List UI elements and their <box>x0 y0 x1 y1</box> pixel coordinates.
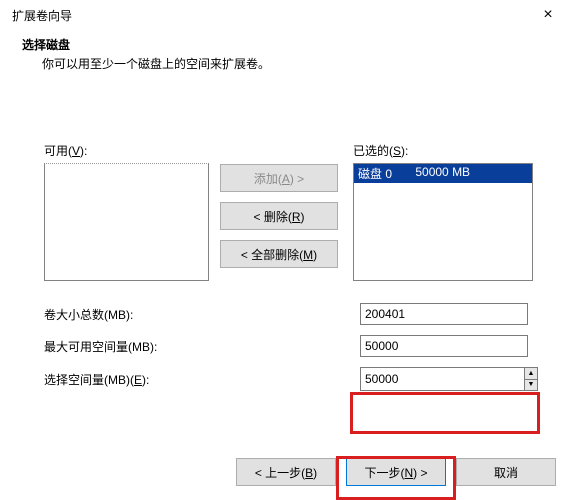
spinner-down-icon[interactable]: ▼ <box>525 379 537 391</box>
wizard-body: 可用(V): 添加(A) > < 删除(R) < 全部删除(M) 已选的(S):… <box>0 82 578 391</box>
select-space-input[interactable] <box>360 367 524 391</box>
cancel-button[interactable]: 取消 <box>456 458 556 486</box>
window-title: 扩展卷向导 <box>12 7 72 24</box>
page-subheading: 你可以用至少一个磁盘上的空间来扩展卷。 <box>20 55 558 72</box>
selected-label: 已选的(S): <box>353 142 533 159</box>
total-size-label: 卷大小总数(MB): <box>44 306 360 323</box>
remove-button[interactable]: < 删除(R) <box>220 202 338 230</box>
wizard-header: 选择磁盘 你可以用至少一个磁盘上的空间来扩展卷。 <box>0 30 578 82</box>
wizard-footer: < 上一步(B) 下一步(N) > 取消 <box>236 458 556 486</box>
total-size-field <box>360 303 528 325</box>
page-heading: 选择磁盘 <box>20 36 558 53</box>
list-item[interactable]: 磁盘 0 50000 MB <box>354 164 532 183</box>
titlebar: 扩展卷向导 × <box>0 0 578 30</box>
max-space-label: 最大可用空间量(MB): <box>44 338 360 355</box>
transfer-buttons: 添加(A) > < 删除(R) < 全部删除(M) <box>209 142 349 268</box>
back-button[interactable]: < 上一步(B) <box>236 458 336 486</box>
disk-name: 磁盘 0 <box>358 165 392 182</box>
available-listbox[interactable] <box>44 163 209 281</box>
available-label: 可用(V): <box>44 142 209 159</box>
size-fields: 卷大小总数(MB): 最大可用空间量(MB): 选择空间量(MB)(E): ▲ … <box>44 303 538 391</box>
add-button[interactable]: 添加(A) > <box>220 164 338 192</box>
available-column: 可用(V): <box>44 142 209 281</box>
spinner-up-icon[interactable]: ▲ <box>525 368 537 379</box>
remove-all-button[interactable]: < 全部删除(M) <box>220 240 338 268</box>
max-space-field <box>360 335 528 357</box>
disk-size: 50000 MB <box>415 165 470 182</box>
select-space-label: 选择空间量(MB)(E): <box>44 371 360 388</box>
next-button[interactable]: 下一步(N) > <box>346 458 446 486</box>
select-space-spinner[interactable]: ▲ ▼ <box>360 367 538 391</box>
annotation-highlight <box>350 392 540 434</box>
close-icon[interactable]: × <box>528 0 568 30</box>
selected-column: 已选的(S): 磁盘 0 50000 MB <box>353 142 533 281</box>
selected-listbox[interactable]: 磁盘 0 50000 MB <box>353 163 533 281</box>
